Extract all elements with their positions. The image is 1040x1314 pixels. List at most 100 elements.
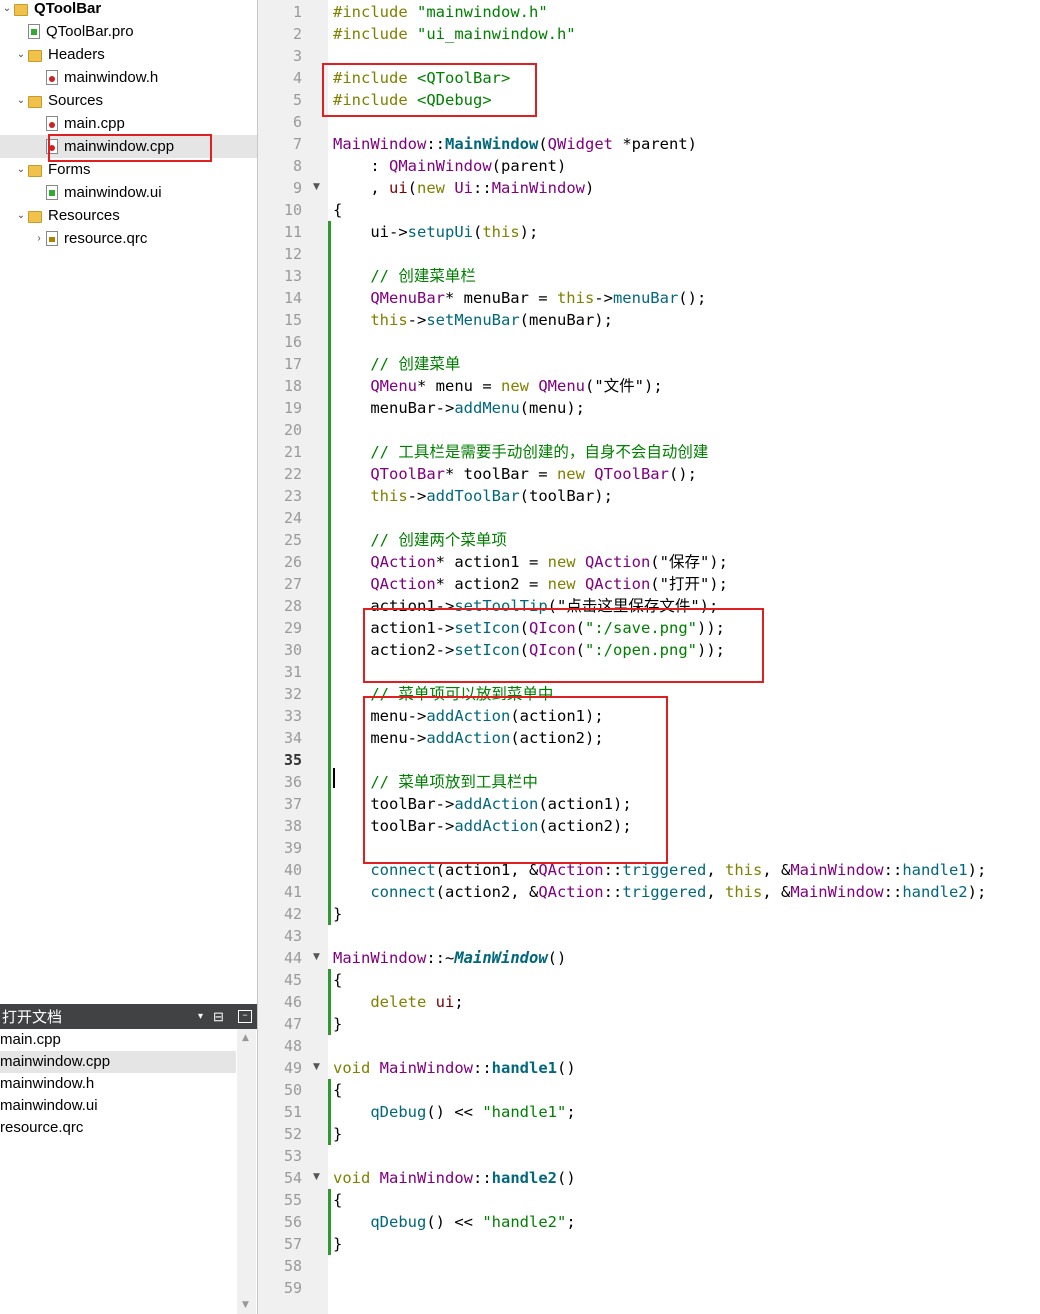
- line-number: 37: [283, 795, 302, 813]
- code-token: {: [333, 1081, 343, 1099]
- code-token: *parent): [613, 135, 697, 153]
- code-token: handle2: [491, 1169, 557, 1187]
- open-doc-item[interactable]: mainwindow.h: [0, 1073, 236, 1095]
- code-token: QAction: [538, 883, 604, 901]
- line-number: 48: [283, 1037, 302, 1055]
- ui-file-icon: [46, 185, 58, 200]
- tree-item-sources[interactable]: ⌄ Sources: [14, 89, 103, 112]
- chevron-down-icon[interactable]: ▾: [198, 1011, 203, 1022]
- tree-item-mainwindow-h[interactable]: mainwindow.h: [32, 66, 158, 89]
- expand-arrow-icon[interactable]: ⌄: [14, 164, 28, 175]
- line-number: 56: [283, 1213, 302, 1231]
- tree-item-label: Sources: [48, 92, 104, 109]
- code-line: QMenuBar* menuBar = this->menuBar();: [333, 287, 706, 309]
- line-number: 53: [283, 1147, 302, 1165]
- code-line: }: [333, 1123, 342, 1145]
- code-token: }: [333, 1235, 343, 1253]
- code-line: }: [333, 903, 342, 925]
- code-token: #include: [333, 3, 417, 21]
- code-token: Ui: [454, 179, 474, 197]
- code-token: {: [333, 201, 343, 219]
- tree-item-label: QToolBar: [34, 0, 102, 17]
- code-token: QMenu: [538, 377, 585, 395]
- code-token: (): [557, 1169, 576, 1187]
- folder-icon: [28, 49, 42, 62]
- tree-item-headers[interactable]: ⌄ Headers: [14, 43, 105, 66]
- open-doc-item[interactable]: mainwindow.ui: [0, 1095, 236, 1117]
- code-line: MainWindow::~MainWindow(): [333, 947, 566, 969]
- code-line: {: [333, 199, 342, 221]
- open-doc-item[interactable]: mainwindow.cpp: [0, 1051, 236, 1073]
- tree-item-qtoolbar-pro[interactable]: QToolBar.pro: [14, 20, 134, 43]
- code-token: ::: [883, 883, 903, 901]
- fold-arrow-icon[interactable]: ▼: [313, 1172, 320, 1182]
- open-doc-item[interactable]: resource.qrc: [0, 1117, 236, 1139]
- expand-arrow-icon[interactable]: ⌄: [0, 3, 14, 14]
- code-token: this: [370, 487, 408, 505]
- code-token: (: [407, 179, 418, 197]
- line-number: 21: [283, 443, 302, 461]
- line-number: 38: [283, 817, 302, 835]
- code-token: QAction: [584, 553, 651, 571]
- tree-item-label: resource.qrc: [64, 230, 148, 247]
- highlight-box-includes: [322, 63, 537, 117]
- line-number: 43: [283, 927, 302, 945]
- code-token: ::: [473, 1169, 492, 1187]
- line-number: 42: [283, 905, 302, 923]
- code-token: QAction: [370, 575, 436, 593]
- code-token: (): [557, 1059, 576, 1077]
- code-token: ::: [473, 1059, 492, 1077]
- tree-item-main-cpp[interactable]: main.cpp: [32, 112, 125, 135]
- expand-arrow-icon[interactable]: ⌄: [14, 49, 28, 60]
- code-token: (): [547, 949, 567, 967]
- code-token: * menuBar =: [444, 289, 557, 307]
- code-token: this: [724, 883, 763, 901]
- close-panel-icon[interactable]: −: [238, 1010, 252, 1023]
- line-number: 34: [283, 729, 302, 747]
- open-docs-scrollbar[interactable]: ▲ ▼: [237, 1029, 256, 1314]
- line-number: 39: [283, 839, 302, 857]
- tree-item-mainwindow-ui[interactable]: mainwindow.ui: [32, 181, 162, 204]
- expand-arrow-icon[interactable]: ⌄: [14, 95, 28, 106]
- line-number: 50: [283, 1081, 302, 1099]
- qrc-file-icon: [46, 231, 58, 246]
- line-number: 7: [292, 135, 302, 153]
- folder-icon: [28, 95, 42, 108]
- line-number: 40: [283, 861, 302, 879]
- fold-arrow-icon[interactable]: ▼: [313, 952, 320, 962]
- pro-file-icon: [28, 24, 40, 39]
- tree-item-resource-qrc[interactable]: › resource.qrc: [32, 227, 147, 250]
- code-line: QAction* action2 = new QAction("打开");: [333, 573, 728, 595]
- line-number: 11: [283, 223, 302, 241]
- line-number: 33: [283, 707, 302, 725]
- code-token: ::: [426, 135, 445, 153]
- code-line: {: [333, 1079, 342, 1101]
- code-token: MainWindow: [790, 861, 884, 879]
- tree-item-qtoolbar[interactable]: ⌄ QToolBar: [0, 0, 101, 20]
- code-token: * menu =: [417, 377, 501, 395]
- code-token: (parent): [491, 157, 567, 175]
- open-doc-item[interactable]: main.cpp: [0, 1029, 236, 1051]
- fold-arrow-icon[interactable]: ▼: [313, 1062, 320, 1072]
- code-token: new: [547, 553, 585, 571]
- code-token: QWidget: [547, 135, 613, 153]
- code-line: connect(action2, &QAction::triggered, th…: [333, 881, 986, 903]
- code-token: ::: [603, 883, 623, 901]
- line-number-gutter: 1 2 3 4 5 6 7 8 9 ▼ 10 11 12 13 14 15 16 17 18 19 20 21 22 23 24…: [258, 0, 328, 1314]
- code-token: // 创建菜单: [333, 355, 461, 373]
- scroll-up-icon[interactable]: ▲: [242, 1033, 249, 1043]
- expand-arrow-icon[interactable]: ›: [32, 233, 46, 244]
- expand-arrow-icon[interactable]: ⌄: [14, 210, 28, 221]
- tree-item-resources[interactable]: ⌄ Resources: [14, 204, 120, 227]
- code-line: {: [333, 1189, 342, 1211]
- split-icon[interactable]: ⊟: [213, 1009, 224, 1025]
- open-docs-list: main.cpp mainwindow.cpp mainwindow.h mainwi…: [0, 1029, 257, 1314]
- code-token: () <<: [426, 1103, 483, 1121]
- line-number: 58: [283, 1257, 302, 1275]
- fold-arrow-icon[interactable]: ▼: [313, 182, 320, 192]
- code-token: this: [724, 861, 763, 879]
- line-number: 30: [283, 641, 302, 659]
- scroll-down-icon[interactable]: ▼: [242, 1300, 249, 1310]
